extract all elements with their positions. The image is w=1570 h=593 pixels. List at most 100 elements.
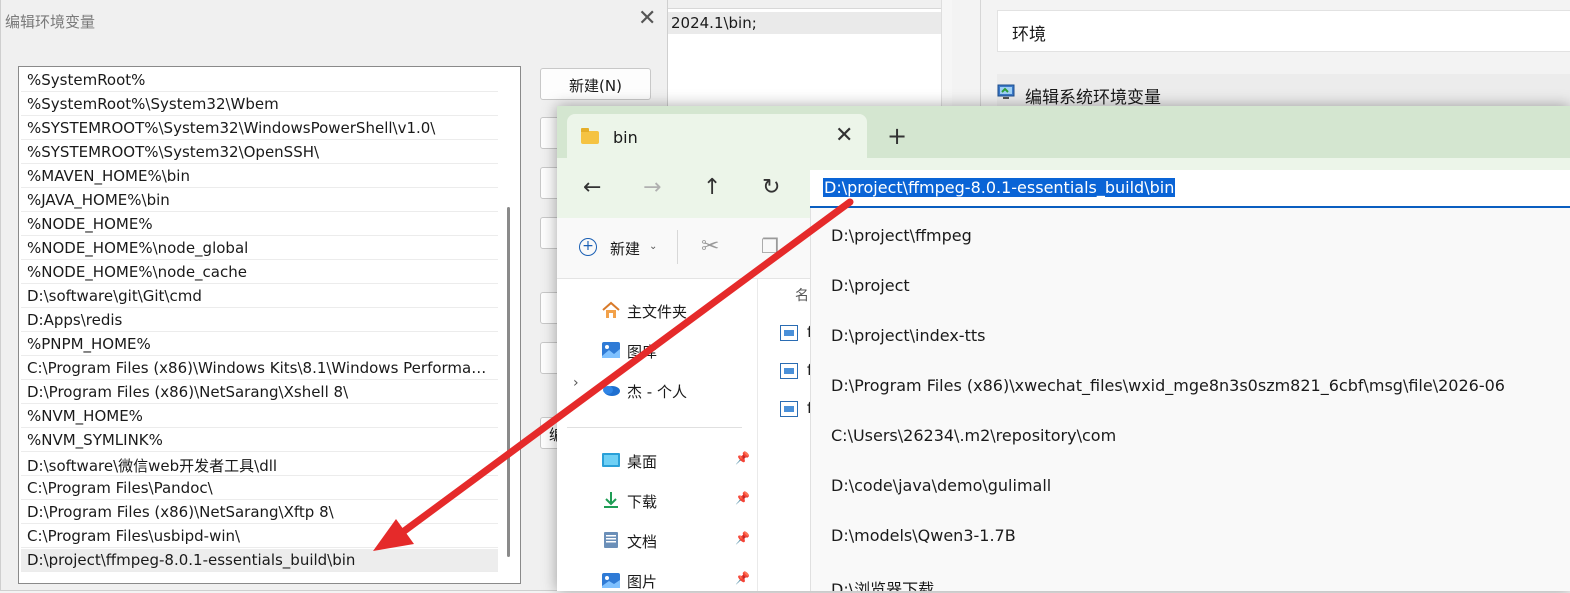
executable-file-icon: [780, 325, 798, 341]
address-suggestion-item[interactable]: D:\project: [831, 276, 1561, 302]
new-tab-icon[interactable]: +: [887, 124, 907, 148]
path-entry-row[interactable]: %SYSTEMROOT%\System32\OpenSSH\: [21, 141, 498, 164]
list-scrollbar-thumb[interactable]: [507, 207, 510, 557]
address-suggestion-item[interactable]: D:\Program Files (x86)\xwechat_files\wxi…: [831, 376, 1561, 402]
address-suggestion-item[interactable]: C:\Users\26234\.m2\repository\com: [831, 426, 1561, 452]
path-entries-list[interactable]: %SystemRoot% %SystemRoot%\System32\Wbem %S…: [18, 66, 521, 584]
path-entry-text: %NODE_HOME%\node_cache: [27, 263, 247, 281]
path-entry-row[interactable]: %SYSTEMROOT%\System32\WindowsPowerShell\…: [21, 117, 498, 140]
cut-icon[interactable]: ✂: [701, 234, 719, 259]
path-entry-row[interactable]: C:\Program Files (x86)\Windows Kits\8.1\…: [21, 357, 498, 380]
chevron-down-icon: ⌄: [649, 241, 658, 252]
expand-chevron-icon[interactable]: ›: [573, 375, 579, 391]
path-entry-row[interactable]: D:\Program Files (x86)\NetSarang\Xshell …: [21, 381, 498, 404]
file-row[interactable]: f: [780, 361, 812, 383]
pin-icon[interactable]: 📌: [735, 571, 750, 585]
dialog-close-icon[interactable]: ✕: [638, 8, 656, 30]
address-suggestion-item[interactable]: D:\project\index-tts: [831, 326, 1561, 352]
path-entry-row[interactable]: %NVM_SYMLINK%: [21, 429, 498, 452]
address-bar-input[interactable]: D:\project\ffmpeg-8.0.1-essentials_build…: [810, 170, 1570, 208]
path-entry-row[interactable]: %NODE_HOME%\node_global: [21, 237, 498, 260]
quick-access-label: 图片: [627, 573, 658, 591]
path-entry-row[interactable]: %NVM_HOME%: [21, 405, 498, 428]
path-entry-row[interactable]: D:Apps\redis: [21, 309, 498, 332]
system-settings-window: 环境 编辑系统环境变量: [980, 0, 1570, 110]
path-entry-text: D:\software\git\Git\cmd: [27, 287, 202, 305]
pictures-icon: [602, 573, 620, 588]
path-entry-text: C:\Program Files\Pandoc\: [27, 479, 213, 497]
pin-icon[interactable]: 📌: [735, 491, 750, 505]
pin-icon[interactable]: 📌: [735, 451, 750, 465]
document-icon: [604, 532, 618, 548]
file-list-pane: 名 fff: [757, 279, 813, 591]
path-entry-text: %NODE_HOME%: [27, 215, 153, 233]
executable-file-icon: [780, 401, 798, 417]
path-entry-text: %MAVEN_HOME%\bin: [27, 167, 190, 185]
file-row[interactable]: f: [780, 323, 812, 345]
path-entry-text: D:\Program Files (x86)\NetSarang\Xftp 8\: [27, 503, 334, 521]
path-entry-row[interactable]: %SystemRoot%: [21, 69, 498, 92]
pin-icon[interactable]: 📌: [735, 531, 750, 545]
folder-icon: [581, 128, 599, 144]
executable-file-icon: [780, 363, 798, 379]
address-suggestion-item[interactable]: D:\code\java\demo\gulimall: [831, 476, 1561, 502]
path-entry-text: %JAVA_HOME%\bin: [27, 191, 170, 209]
path-entry-row[interactable]: %JAVA_HOME%\bin: [21, 189, 498, 212]
back-arrow-icon[interactable]: ←: [583, 176, 601, 200]
command-separator: [677, 230, 678, 264]
new-item-label: 新建: [610, 240, 641, 258]
address-suggestion-item[interactable]: D:\浏览器下载: [831, 576, 1561, 591]
path-entry-row[interactable]: D:\project\ffmpeg-8.0.1-essentials_build…: [21, 549, 498, 572]
path-entry-text: D:Apps\redis: [27, 311, 123, 329]
new-entry-button-label: 新建(N): [569, 77, 622, 95]
path-entry-row[interactable]: %NODE_HOME%\node_cache: [21, 261, 498, 284]
address-bar-text: D:\project\ffmpeg-8.0.1-essentials_build…: [823, 178, 1176, 197]
path-entry-row[interactable]: C:\Program Files\usbipd-win\: [21, 525, 498, 548]
path-entry-row[interactable]: D:\software\git\Git\cmd: [21, 285, 498, 308]
tab-close-icon[interactable]: ✕: [835, 123, 853, 148]
path-entry-text: C:\Program Files (x86)\Windows Kits\8.1\…: [27, 359, 493, 377]
path-entry-text: %SYSTEMROOT%\System32\OpenSSH\: [27, 143, 320, 161]
path-entry-text: %SystemRoot%: [27, 71, 146, 89]
refresh-icon[interactable]: ↻: [762, 176, 780, 200]
path-entry-text: D:\software\微信web开发者工具\dll: [27, 457, 278, 475]
quick-access-label: 桌面: [627, 453, 658, 471]
path-entry-row[interactable]: %PNPM_HOME%: [21, 333, 498, 356]
dialog-title: 编辑环境变量: [5, 13, 96, 31]
path-entry-text: %NODE_HOME%\node_global: [27, 239, 249, 257]
gallery-icon: [602, 342, 620, 358]
name-column-header[interactable]: 名: [795, 285, 809, 305]
quick-access-label: 文档: [627, 533, 658, 551]
explorer-tab-bar: bin ✕ +: [557, 106, 1570, 158]
file-row[interactable]: f: [780, 399, 812, 421]
up-arrow-icon[interactable]: ↑: [703, 176, 721, 200]
path-entry-text: D:\Program Files (x86)\NetSarang\Xshell …: [27, 383, 349, 401]
file-explorer-window: bin ✕ + ← → ↑ ↻ + 新建 ⌄ ✂ ❐ 主文件夹 图库 › 杰 -…: [557, 106, 1570, 591]
path-entry-row[interactable]: D:\software\微信web开发者工具\dll: [21, 453, 498, 476]
tab-bin[interactable]: bin ✕: [567, 114, 867, 158]
navigation-pane: 主文件夹 图库 › 杰 - 个人 桌面 📌 下载 📌 文档 📌 图片 📌: [557, 279, 757, 591]
path-entry-text: D:\project\ffmpeg-8.0.1-essentials_build…: [27, 551, 356, 569]
home-icon: [602, 301, 620, 318]
edit-system-env-result[interactable]: 编辑系统环境变量: [997, 74, 1570, 110]
path-entry-row[interactable]: D:\Program Files (x86)\NetSarang\Xftp 8\: [21, 501, 498, 524]
path-entry-row[interactable]: %SystemRoot%\System32\Wbem: [21, 93, 498, 116]
copy-icon[interactable]: ❐: [761, 234, 779, 258]
forward-arrow-icon[interactable]: →: [643, 176, 661, 200]
nav-home-label: 主文件夹: [627, 303, 688, 321]
path-entry-text: %SYSTEMROOT%\System32\WindowsPowerShell\…: [27, 119, 436, 137]
background-scrollbar[interactable]: [941, 0, 952, 110]
address-suggestion-item[interactable]: D:\models\Qwen3-1.7B: [831, 526, 1561, 552]
address-suggestion-item[interactable]: D:\project\ffmpeg: [831, 226, 1561, 252]
path-entry-row[interactable]: %MAVEN_HOME%\bin: [21, 165, 498, 188]
nav-personal-label: 杰 - 个人: [627, 383, 687, 401]
path-entry-text: C:\Program Files\usbipd-win\: [27, 527, 241, 545]
path-entry-row[interactable]: %NODE_HOME%: [21, 213, 498, 236]
environment-search-box[interactable]: 环境: [997, 10, 1570, 52]
path-entry-text: %SystemRoot%\System32\Wbem: [27, 95, 279, 113]
edit-system-env-label: 编辑系统环境变量: [1025, 88, 1161, 108]
environment-label: 环境: [1012, 25, 1046, 45]
nav-gallery-label: 图库: [627, 343, 658, 361]
path-entry-row[interactable]: C:\Program Files\Pandoc\: [21, 477, 498, 500]
new-entry-button[interactable]: 新建(N): [540, 68, 651, 100]
